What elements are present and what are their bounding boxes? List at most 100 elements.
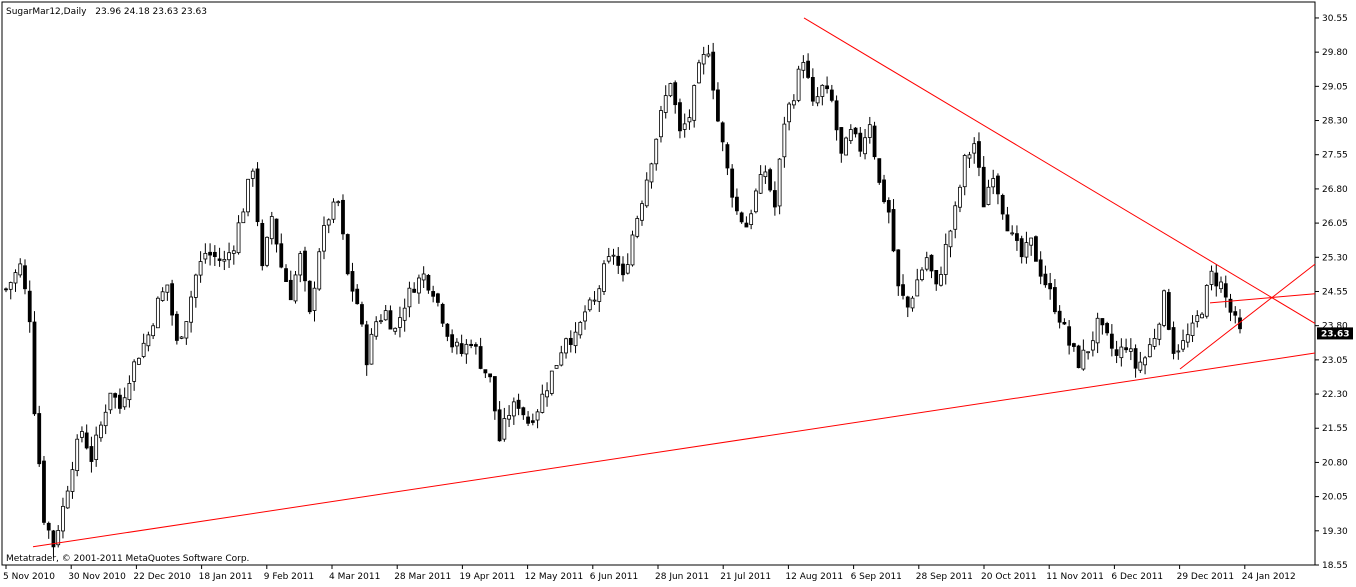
candle-bear (1114, 349, 1119, 356)
x-tick-label: 6 Sep 2011 (851, 572, 902, 582)
candlestick-series (4, 42, 1242, 558)
candle-bull (507, 415, 511, 420)
candle-bull (796, 68, 801, 101)
candle-bull (103, 411, 108, 427)
candle-bull (848, 129, 853, 142)
candle-bull (312, 287, 317, 311)
candle-bear (977, 141, 981, 168)
candle-bull (758, 174, 763, 194)
candle-bear (483, 369, 488, 374)
price-chart: 30.55 29.80 29.05 28.30 27.55 26.80 26.05 25.30… (0, 0, 1356, 583)
candle-bull (136, 357, 141, 365)
candle-bull (791, 100, 796, 106)
candle-bear (1053, 287, 1057, 313)
candle-bull (749, 213, 754, 225)
candle-bear (1133, 348, 1138, 369)
candle-bull (1081, 349, 1086, 370)
candle-bull (317, 251, 322, 290)
candle-bear (526, 416, 530, 424)
candle-bull (1209, 270, 1214, 285)
candle-bull (269, 216, 274, 240)
candle-bear (360, 304, 364, 325)
x-tick-label: 30 Nov 2010 (68, 572, 126, 582)
candle-bull (298, 253, 303, 276)
copyright-text: Metatrader, © 2001-2011 MetaQuotes Softw… (6, 554, 249, 564)
candle-bull (1176, 350, 1181, 353)
candle-bear (445, 323, 450, 337)
y-tick-label: 24.55 (1322, 287, 1348, 297)
candle-bull (649, 163, 654, 183)
candle-bear (996, 175, 1000, 195)
candle-bull (179, 336, 184, 339)
candle-bear (806, 60, 810, 78)
candle-bull (697, 62, 701, 84)
trendline (32, 352, 1316, 548)
candle-bull (246, 178, 250, 213)
candle-bull (564, 338, 568, 354)
x-tick-label: 12 May 2011 (525, 572, 584, 582)
candle-bear (170, 283, 175, 316)
y-tick-label: 28.30 (1322, 117, 1348, 127)
candle-bear (412, 288, 417, 293)
candle-bear (37, 413, 42, 465)
y-tick-label: 18.55 (1322, 561, 1348, 571)
candle-bull (146, 334, 151, 347)
candle-bull (236, 222, 241, 254)
candle-bull (369, 333, 374, 365)
candle-bear (89, 446, 94, 462)
candle-bull (65, 490, 70, 509)
candle-bull (559, 352, 564, 366)
candle-bull (1128, 348, 1133, 352)
candle-bull (1138, 361, 1143, 371)
candle-bear (51, 530, 56, 548)
candle-bull (1200, 313, 1204, 319)
candle-bull (948, 230, 953, 248)
candle-bear (435, 293, 440, 303)
candle-bear (768, 169, 773, 191)
candle-bear (274, 218, 279, 245)
candle-bear (568, 337, 573, 345)
y-tick-label: 20.05 (1322, 493, 1348, 503)
candle-bear (113, 393, 118, 398)
candle-bear (1048, 283, 1053, 290)
candle-bull (127, 383, 132, 401)
candle-bear (217, 258, 222, 261)
candle-bear (212, 251, 217, 257)
candle-bull (1086, 351, 1091, 354)
candle-bear (1067, 326, 1072, 346)
candle-bull (668, 83, 673, 97)
candle-bull (958, 186, 962, 208)
candle-bull (511, 401, 516, 417)
candle-bear (981, 166, 986, 208)
candle-bear (1034, 236, 1038, 262)
candle-bear (1166, 292, 1171, 330)
candle-bull (184, 321, 189, 339)
candle-bull (554, 365, 559, 369)
candle-bull (241, 211, 246, 224)
candle-bear (284, 268, 288, 282)
candle-bear (488, 373, 493, 378)
candle-bull (682, 123, 687, 130)
candle-bull (1143, 357, 1147, 366)
candle-bear (450, 334, 455, 348)
candle-bear (388, 310, 393, 330)
candle-bear (516, 399, 521, 409)
candle-bear (872, 125, 877, 158)
candle-bear (1223, 283, 1228, 298)
candle-bull (587, 299, 592, 311)
candle-bear (1019, 238, 1024, 258)
candle-bull (592, 299, 597, 302)
candle-bear (810, 77, 815, 102)
candle-bull (189, 296, 194, 323)
x-tick-label: 28 Jun 2011 (655, 572, 709, 582)
candle-bull (1024, 242, 1029, 258)
candle-bear (23, 265, 27, 290)
candle-bull (160, 291, 165, 301)
candle-bull (972, 143, 977, 154)
candle-bear (364, 324, 369, 366)
x-tick-label: 6 Dec 2011 (1111, 572, 1163, 582)
candle-bull (231, 250, 236, 254)
candle-bear (1062, 321, 1067, 325)
candle-bull (777, 158, 782, 207)
candle-bear (739, 212, 744, 223)
